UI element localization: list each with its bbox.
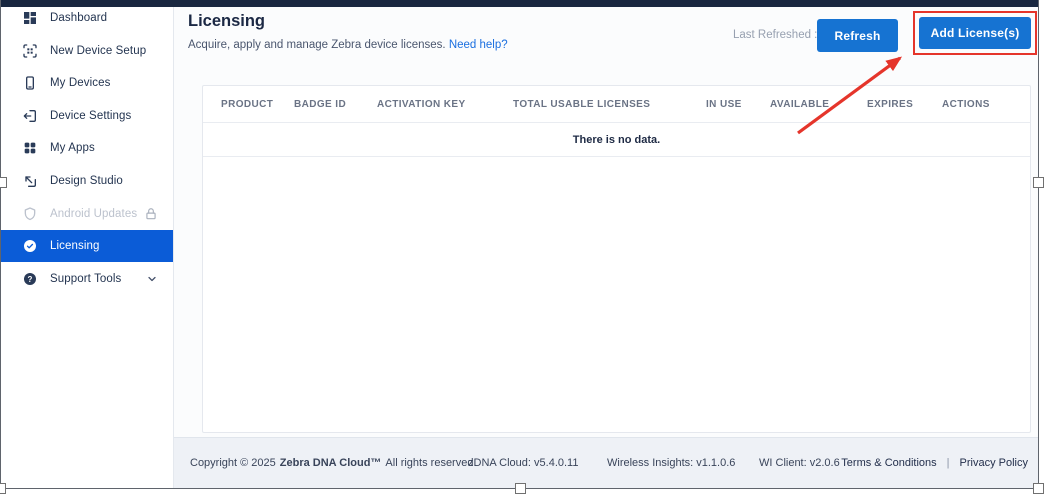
- selection-handle-bottom-left: [0, 483, 6, 494]
- sidebar-divider: [173, 7, 174, 488]
- dashboard-icon: [22, 10, 38, 26]
- sidebar-item-android-updates: Android Updates: [1, 197, 173, 230]
- sidebar-item-my-apps[interactable]: My Apps: [1, 132, 173, 165]
- footer-link-separator: |: [947, 457, 950, 469]
- column-header-total-usable-licenses: TOTAL USABLE LICENSES: [513, 99, 706, 110]
- chevron-down-icon[interactable]: [146, 273, 158, 285]
- copyright-text: Copyright © 2025 Zebra DNA Cloud™ All ri…: [190, 438, 477, 488]
- sidebar-item-label: Dashboard: [50, 12, 107, 24]
- column-header-activation-key: ACTIVATION KEY: [377, 99, 513, 110]
- zdna-version: zDNA Cloud: v5.4.0.11: [468, 438, 578, 488]
- last-refreshed-label: Last Refreshed :: [733, 29, 817, 41]
- table-header-row: PRODUCT BADGE ID ACTIVATION KEY TOTAL US…: [203, 86, 1030, 123]
- table-empty-row: There is no data.: [203, 123, 1030, 157]
- top-navy-bar: [1, 0, 1038, 7]
- sidebar-item-my-devices[interactable]: My Devices: [1, 67, 173, 100]
- sidebar-item-licensing[interactable]: Licensing: [1, 230, 173, 263]
- selection-handle-bottom-right: [1033, 483, 1044, 494]
- help-icon: ?: [22, 271, 38, 287]
- selection-handle-bottom-middle: [515, 483, 526, 494]
- wireless-insights-version: Wireless Insights: v1.1.0.6: [607, 438, 735, 488]
- sidebar-item-new-device-setup[interactable]: New Device Setup: [1, 35, 173, 68]
- qr-scan-icon: [22, 43, 38, 59]
- annotation-highlight-box: [913, 11, 1037, 55]
- page-subtitle: Acquire, apply and manage Zebra device l…: [188, 39, 508, 51]
- page-title: Licensing: [188, 12, 265, 31]
- subtitle-text: Acquire, apply and manage Zebra device l…: [188, 39, 446, 51]
- sidebar-item-label: My Apps: [50, 142, 95, 154]
- need-help-link[interactable]: Need help?: [449, 39, 508, 51]
- sidebar-item-label: Android Updates: [50, 208, 137, 220]
- sidebar-item-label: Device Settings: [50, 110, 131, 122]
- device-settings-icon: [22, 108, 38, 124]
- footer: Copyright © 2025 Zebra DNA Cloud™ All ri…: [174, 437, 1038, 488]
- column-header-available: AVAILABLE: [770, 99, 867, 110]
- brand-name: Zebra DNA Cloud™: [280, 457, 382, 469]
- sidebar-item-label: Design Studio: [50, 175, 123, 187]
- privacy-policy-link[interactable]: Privacy Policy: [960, 457, 1028, 469]
- svg-text:?: ?: [28, 274, 33, 283]
- sidebar-nav: Dashboard New Device Setup My Devices: [1, 2, 173, 295]
- selection-handle-right-middle: [1033, 177, 1044, 188]
- column-header-actions: ACTIONS: [942, 99, 1030, 110]
- terms-and-conditions-link[interactable]: Terms & Conditions: [841, 457, 936, 469]
- design-studio-icon: [22, 173, 38, 189]
- sidebar-item-label: My Devices: [50, 77, 110, 89]
- column-header-product: PRODUCT: [221, 99, 294, 110]
- selection-border-left: [0, 0, 1, 489]
- sidebar-item-label: Support Tools: [50, 273, 121, 285]
- sidebar-item-design-studio[interactable]: Design Studio: [1, 165, 173, 198]
- license-badge-icon: [22, 238, 38, 254]
- selection-border-right: [1038, 0, 1039, 489]
- wi-client-version: WI Client: v2.0.6: [759, 438, 840, 488]
- column-header-badge-id: BADGE ID: [294, 99, 377, 110]
- footer-links: Terms & Conditions | Privacy Policy: [841, 438, 1028, 488]
- shield-icon: [22, 206, 38, 222]
- refresh-button[interactable]: Refresh: [817, 19, 898, 52]
- apps-grid-icon: [22, 140, 38, 156]
- sidebar-item-label: Licensing: [50, 240, 100, 252]
- sidebar-item-support-tools[interactable]: ? Support Tools: [1, 262, 173, 295]
- empty-state-message: There is no data.: [573, 134, 660, 146]
- smartphone-icon: [22, 75, 38, 91]
- screenshot-frame: Dashboard New Device Setup My Devices: [0, 0, 1049, 496]
- column-header-expires: EXPIRES: [867, 99, 942, 110]
- sidebar-item-label: New Device Setup: [50, 45, 146, 57]
- selection-handle-left-middle: [0, 177, 7, 188]
- lock-icon: [144, 207, 158, 221]
- sidebar-item-device-settings[interactable]: Device Settings: [1, 100, 173, 133]
- licenses-table-card: PRODUCT BADGE ID ACTIVATION KEY TOTAL US…: [202, 85, 1031, 433]
- column-header-in-use: IN USE: [706, 99, 770, 110]
